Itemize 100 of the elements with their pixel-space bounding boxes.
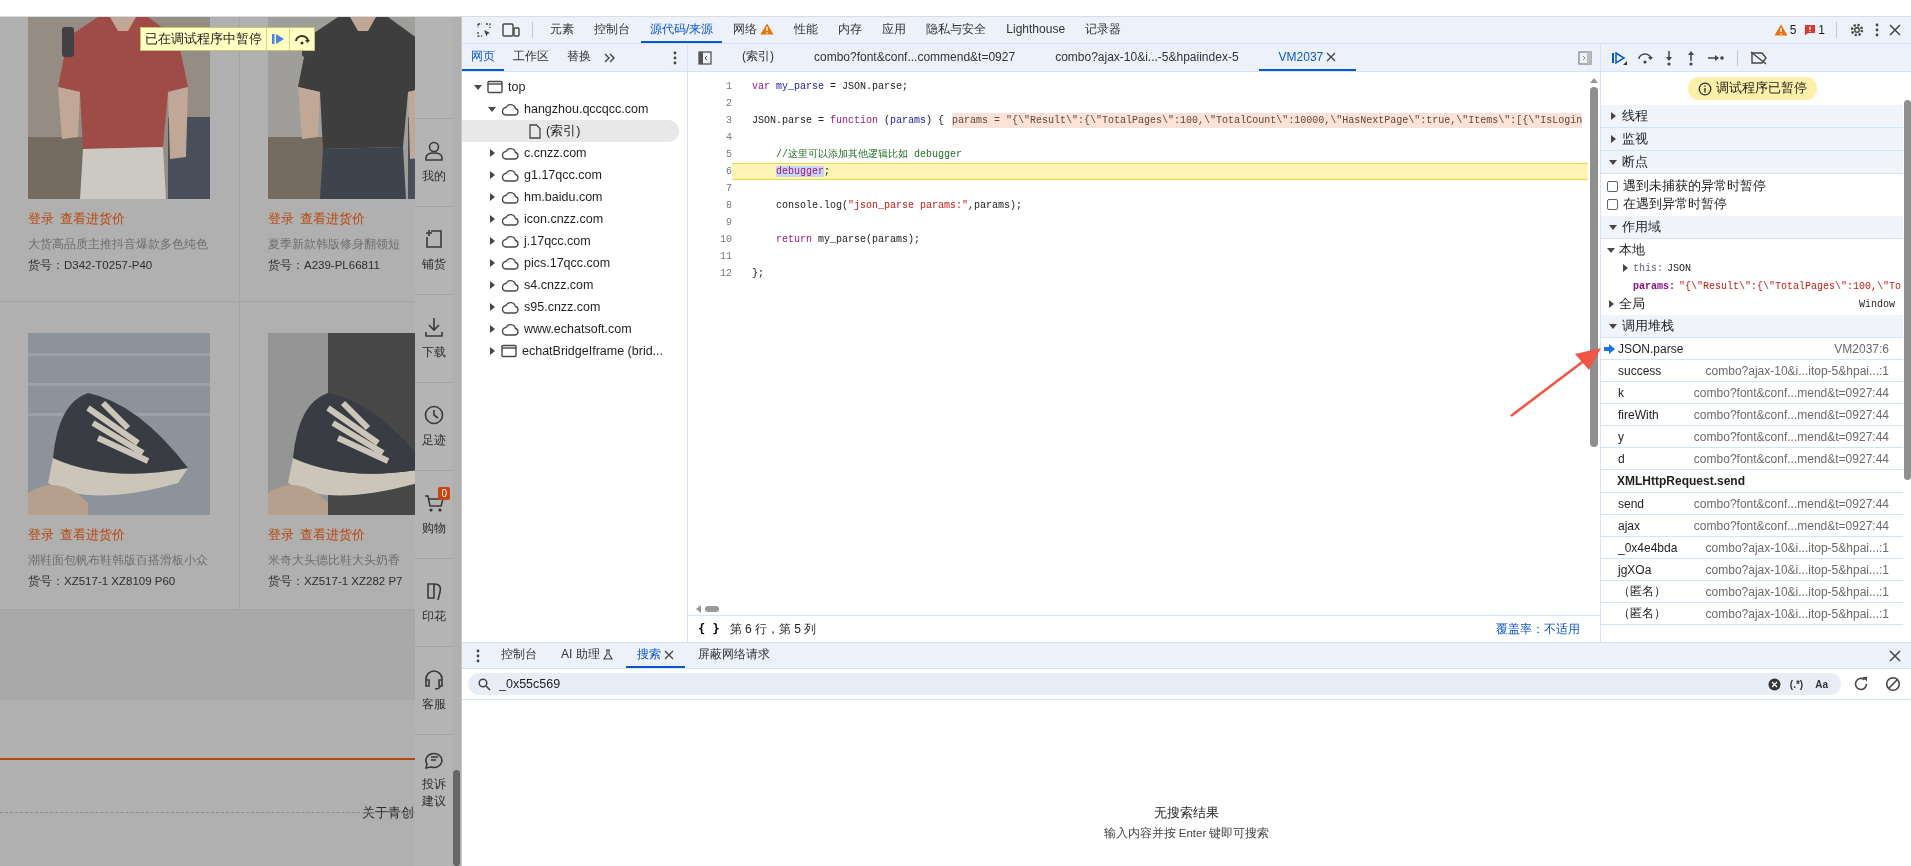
tree-item[interactable]: www.echatsoft.com <box>462 318 679 340</box>
scope-entry[interactable]: params: "{\"Result\":{\"TotalPages\":100,\"To <box>1607 277 1903 295</box>
frame-location[interactable]: combo?font&conf...mend&t=0927:44 <box>1685 496 1889 511</box>
drawer-tab[interactable]: 屏蔽网络请求 <box>686 643 781 668</box>
disclosure-triangle-icon[interactable] <box>1607 246 1615 254</box>
call-frame[interactable]: jgXOa combo?ajax-10&i...itop-5&hpai...:1 <box>1601 559 1903 581</box>
panel-tab[interactable]: 性能 <box>785 17 828 43</box>
frame-location[interactable]: combo?ajax-10&i...itop-5&hpai...:1 <box>1697 562 1889 577</box>
call-frame[interactable]: fireWith combo?font&conf...mend&t=0927:44 <box>1601 404 1903 426</box>
tree-item[interactable]: top <box>462 76 679 98</box>
panel-tab[interactable]: 应用 <box>873 17 916 43</box>
disclosure-triangle-icon[interactable] <box>488 259 496 267</box>
drawer-tab[interactable]: 控制台 <box>490 643 548 668</box>
tree-item[interactable]: c.cnzz.com <box>462 142 679 164</box>
file-tab[interactable]: (索引) <box>722 44 794 71</box>
checkbox[interactable] <box>1607 198 1618 210</box>
call-frame[interactable]: success combo?ajax-10&i...itop-5&hpai...:1 <box>1601 360 1903 382</box>
tree-item[interactable]: s4.cnzz.com <box>462 274 679 296</box>
match-case-toggle[interactable]: Aa <box>1812 678 1831 690</box>
frame-location[interactable]: combo?ajax-10&i...itop-5&hpai...:1 <box>1697 540 1889 555</box>
section-header[interactable]: 监视 <box>1601 128 1903 151</box>
tree-item[interactable]: hangzhou.qccqcc.com <box>462 98 679 120</box>
panel-tab[interactable]: 元素 <box>541 17 583 43</box>
frame-location[interactable]: combo?font&conf...mend&t=0927:44 <box>1685 407 1889 422</box>
tree-item[interactable]: s95.cnzz.com <box>462 296 679 318</box>
tree-item[interactable]: echatBridgeIframe (brid... <box>462 340 679 362</box>
file-tab[interactable]: combo?font&conf...commend&t=0927 <box>794 44 1036 71</box>
scrollbar[interactable] <box>1903 100 1911 480</box>
scope-item[interactable]: 全局 <box>1607 295 1645 313</box>
disclosure-triangle-icon[interactable] <box>488 193 496 201</box>
disclosure-triangle-icon[interactable] <box>488 281 496 289</box>
scrollbar[interactable] <box>705 606 719 612</box>
search-field[interactable]: _0x55c569 (.*) Aa <box>468 673 1841 695</box>
disclosure-triangle-icon[interactable] <box>488 325 496 333</box>
panel-tab[interactable]: 内存 <box>829 17 872 43</box>
panel-tab[interactable]: 记录器 <box>1076 17 1131 43</box>
navigator-tab[interactable]: 工作区 <box>504 44 558 71</box>
call-frame[interactable]: d combo?font&conf...mend&t=0927:44 <box>1601 448 1903 470</box>
tree-item[interactable]: (索引) <box>462 120 679 142</box>
section-header[interactable]: 线程 <box>1601 105 1903 128</box>
disclosure-triangle-icon[interactable] <box>1609 135 1617 143</box>
call-frame[interactable]: send combo?font&conf...mend&t=0927:44 <box>1601 493 1903 515</box>
scrollbar[interactable] <box>453 770 460 866</box>
disclosure-triangle-icon[interactable] <box>1609 112 1617 120</box>
tree-item[interactable]: g1.17qcc.com <box>462 164 679 186</box>
disclosure-triangle-icon[interactable] <box>1609 223 1617 231</box>
tree-item[interactable]: icon.cnzz.com <box>462 208 679 230</box>
call-frame[interactable]: ajax combo?font&conf...mend&t=0927:44 <box>1601 515 1903 537</box>
call-frame[interactable]: y combo?font&conf...mend&t=0927:44 <box>1601 426 1903 448</box>
section-header[interactable]: 调用堆栈 <box>1601 315 1903 338</box>
call-frame[interactable]: JSON.parse VM2037:6 <box>1601 338 1903 360</box>
call-frame[interactable]: _0x4e4bda combo?ajax-10&i...itop-5&hpai...:1 <box>1601 537 1903 559</box>
disclosure-triangle-icon[interactable] <box>488 347 496 355</box>
checkbox-label[interactable]: 遇到未捕获的异常时暂停 <box>1623 177 1766 195</box>
tree-item[interactable]: j.17qcc.com <box>462 230 679 252</box>
disclosure-triangle-icon[interactable] <box>488 105 496 113</box>
disclosure-triangle-icon[interactable] <box>488 149 496 157</box>
frame-location[interactable]: combo?font&conf...mend&t=0927:44 <box>1685 451 1889 466</box>
disclosure-triangle-icon[interactable] <box>474 83 482 91</box>
call-frame[interactable]: （匿名） combo?ajax-10&i...itop-5&hpai...:1 <box>1601 603 1903 625</box>
disclosure-triangle-icon[interactable] <box>488 171 496 179</box>
frame-location[interactable]: combo?ajax-10&i...itop-5&hpai...:1 <box>1697 363 1889 378</box>
checkbox-label[interactable]: 在遇到异常时暂停 <box>1623 195 1727 213</box>
call-frame[interactable]: k combo?font&conf...mend&t=0927:44 <box>1601 382 1903 404</box>
frame-location[interactable]: combo?font&conf...mend&t=0927:44 <box>1685 429 1889 444</box>
disclosure-triangle-icon[interactable] <box>1609 158 1617 166</box>
pretty-print-button[interactable]: { } <box>698 622 720 636</box>
file-tab[interactable]: VM2037 <box>1258 44 1357 71</box>
coverage-link[interactable]: 覆盖率：不适用 <box>1496 620 1580 638</box>
errors-count[interactable]: 1 <box>1801 23 1828 37</box>
scope-entry[interactable]: this: JSON <box>1607 259 1903 277</box>
panel-tab[interactable]: 控制台 <box>585 17 639 43</box>
frame-location[interactable]: combo?font&conf...mend&t=0927:44 <box>1685 385 1889 400</box>
panel-tab[interactable]: Lighthouse <box>997 17 1075 43</box>
warnings-count[interactable]: 5 <box>1770 23 1800 37</box>
frame-location[interactable]: combo?ajax-10&i...itop-5&hpai...:1 <box>1697 584 1889 599</box>
panel-tab[interactable]: 隐私与安全 <box>917 17 996 43</box>
tree-item[interactable]: pics.17qcc.com <box>462 252 679 274</box>
scope-item[interactable]: 本地 <box>1607 241 1903 259</box>
tree-item[interactable]: hm.baidu.com <box>462 186 679 208</box>
disclosure-triangle-icon[interactable] <box>1609 322 1617 330</box>
panel-tab[interactable]: 网络 <box>724 17 784 43</box>
scrollbar[interactable] <box>1590 87 1598 447</box>
disclosure-triangle-icon[interactable] <box>1621 264 1629 272</box>
file-tab[interactable]: combo?ajax-10&i...-5&hpaiindex-5 <box>1035 44 1259 71</box>
drawer-tab[interactable]: 搜索 <box>625 643 685 668</box>
frame-location[interactable]: combo?font&conf...mend&t=0927:44 <box>1685 518 1889 533</box>
drawer-tab[interactable]: AI 助理 <box>550 643 624 668</box>
disclosure-triangle-icon[interactable] <box>488 215 496 223</box>
regex-toggle[interactable]: (.*) <box>1786 678 1807 690</box>
disclosure-triangle-icon[interactable] <box>1607 300 1615 308</box>
navigator-tab[interactable]: 网页 <box>462 44 504 71</box>
section-header[interactable]: 断点 <box>1601 151 1903 174</box>
navigator-tab[interactable]: 替换 <box>558 44 600 71</box>
section-header[interactable]: 作用域 <box>1601 216 1903 239</box>
call-frame[interactable]: （匿名） combo?ajax-10&i...itop-5&hpai...:1 <box>1601 581 1903 603</box>
checkbox[interactable] <box>1607 180 1618 192</box>
disclosure-triangle-icon[interactable] <box>488 303 496 311</box>
frame-location[interactable]: combo?ajax-10&i...itop-5&hpai...:1 <box>1697 606 1889 621</box>
frame-location[interactable]: VM2037:6 <box>1826 341 1889 356</box>
